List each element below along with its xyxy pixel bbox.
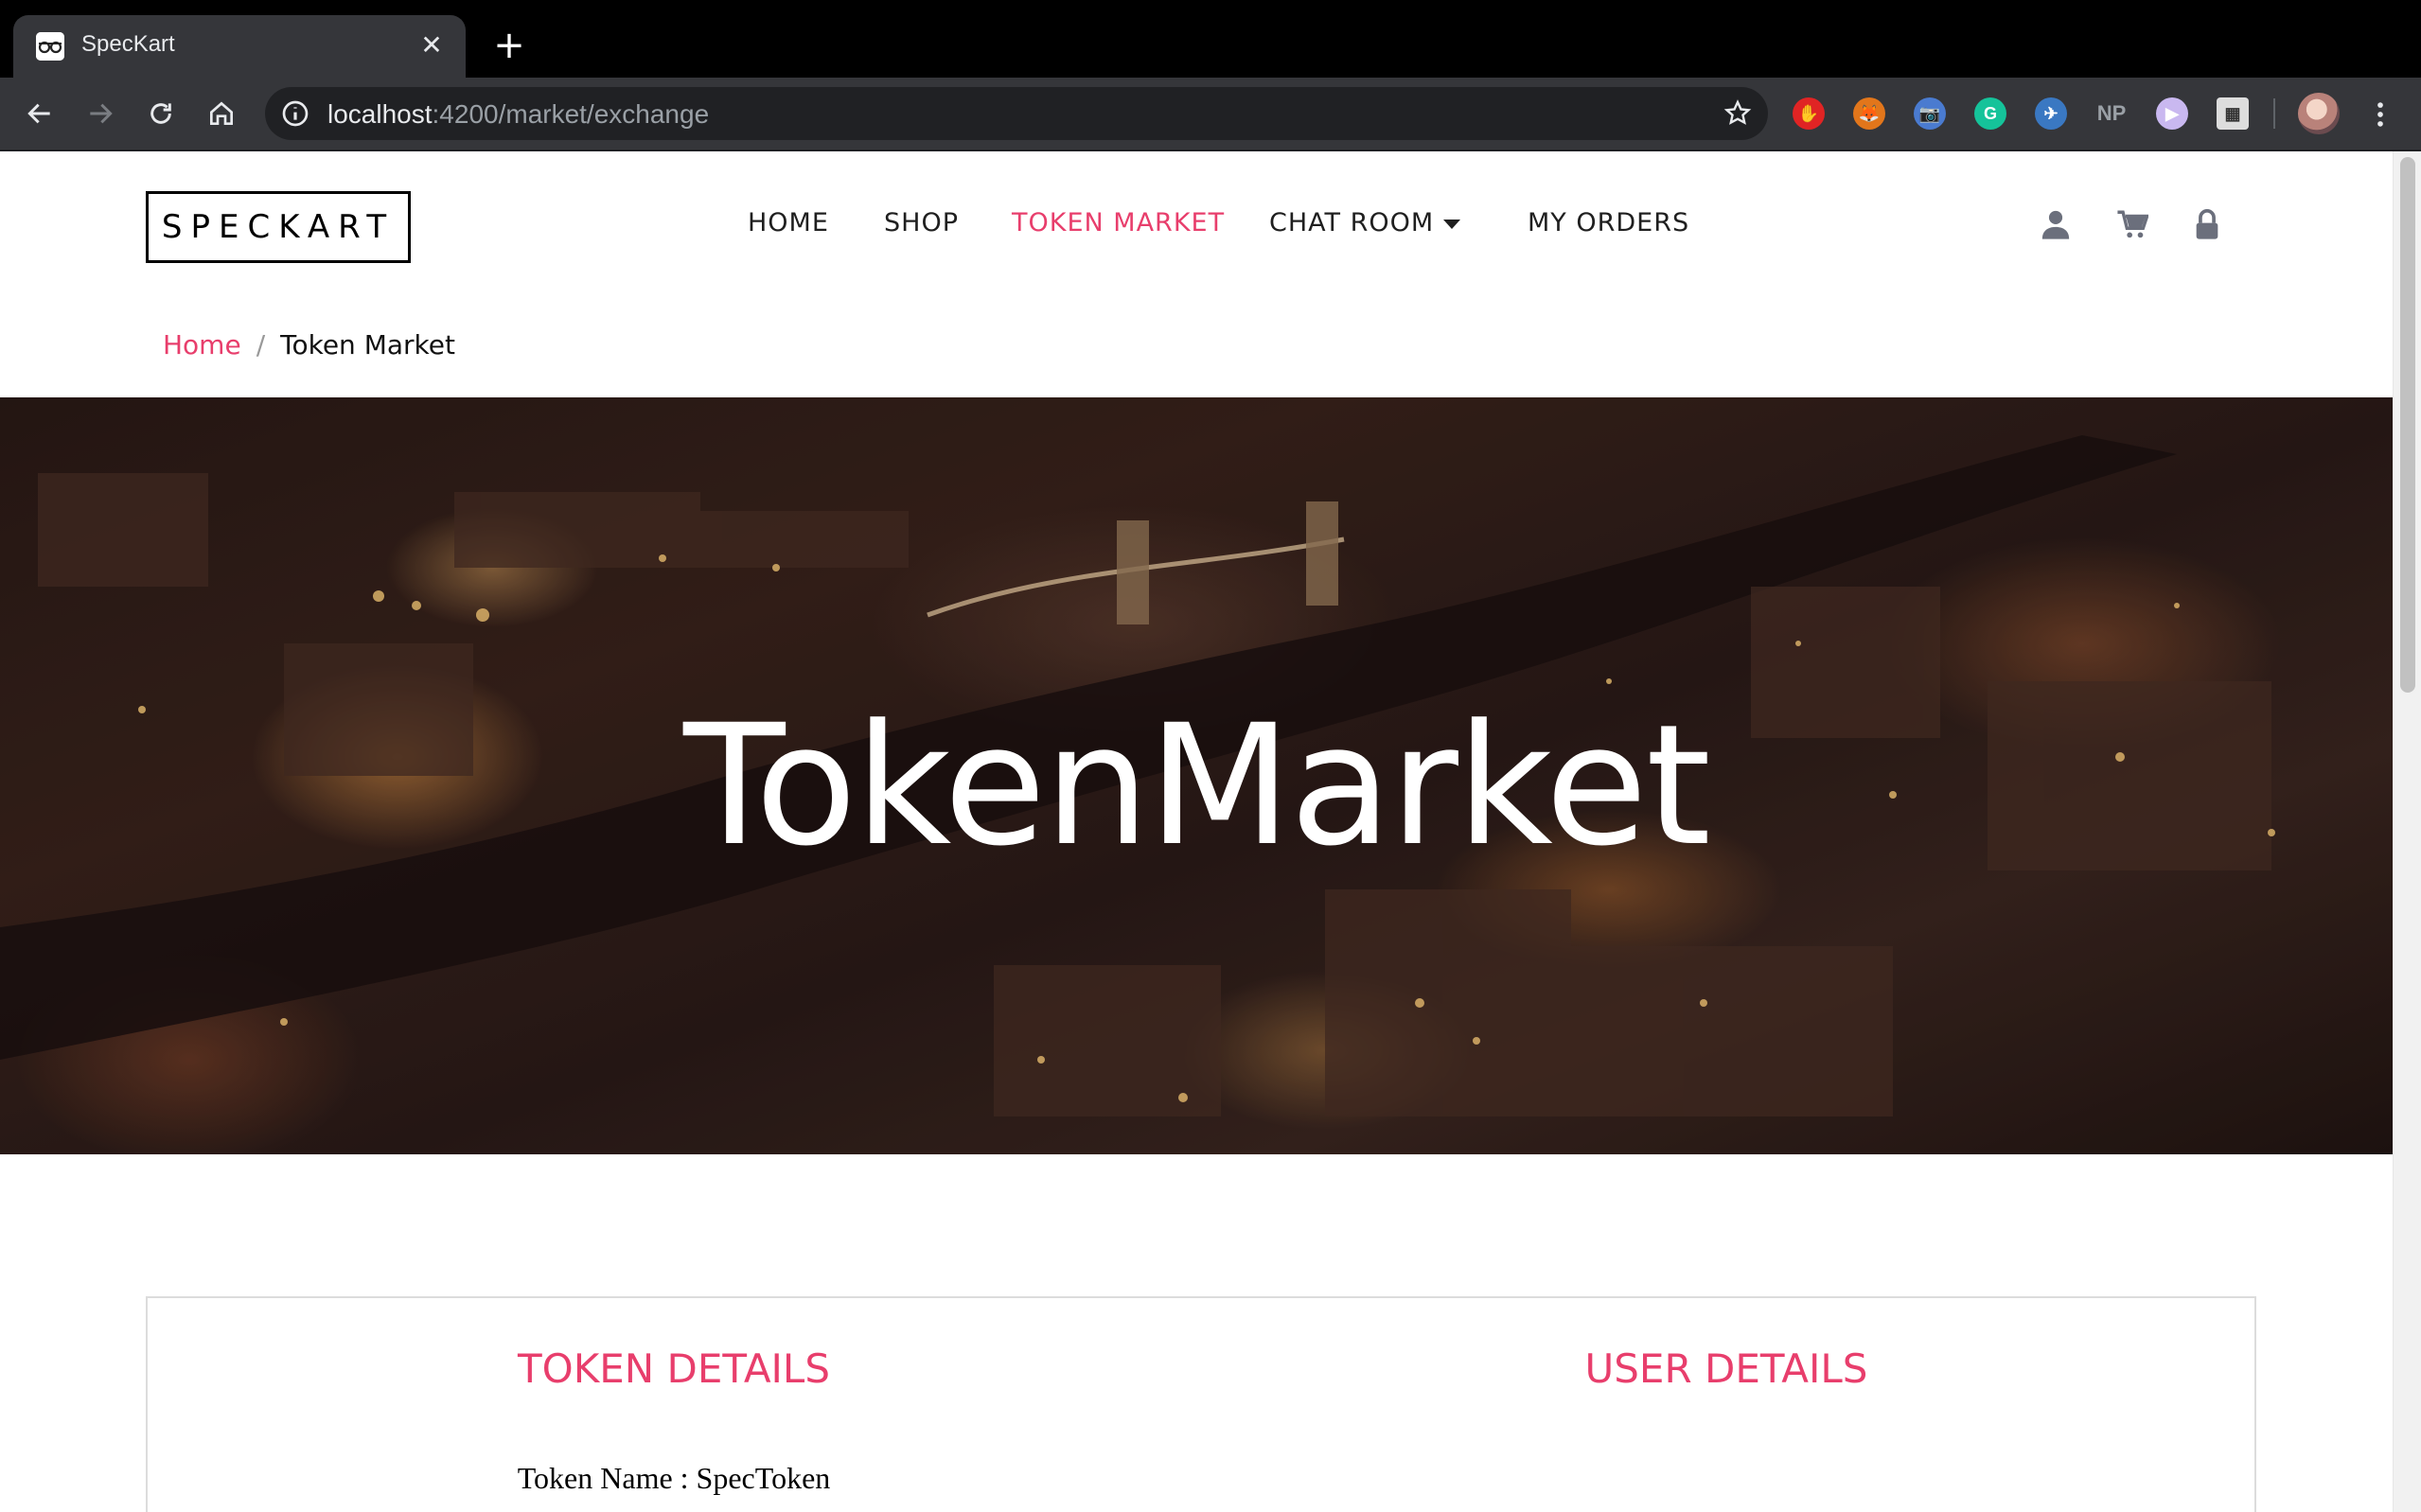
url-path: :4200/market/exchange xyxy=(432,99,710,129)
play-extension-icon[interactable]: ▶ xyxy=(2156,97,2188,130)
url-host: localhost xyxy=(327,99,433,129)
tab-title: SpecKart xyxy=(81,31,175,57)
chart-extension-icon[interactable]: ▦ xyxy=(2217,97,2249,130)
hero-banner: TokenMarket xyxy=(0,397,2393,1154)
browser-tab-bar: SpecKart ✕ + xyxy=(0,0,2421,78)
page-content: SPECKART HOME SHOP TOKEN MARKET CHAT ROO… xyxy=(0,151,2393,1512)
breadcrumb: Home / Token Market xyxy=(163,329,455,360)
stop-extension-icon[interactable]: ✋ xyxy=(1793,97,1825,130)
grammarly-icon[interactable]: G xyxy=(1974,97,2006,130)
browser-toolbar: localhost:4200/market/exchange ✋ 🦊 📷 G ✈ NP ▶ ▦ xyxy=(0,78,2421,151)
token-details-panel: TOKEN DETAILS Token Name : SpecToken xyxy=(146,1296,1202,1512)
browser-menu-icon[interactable] xyxy=(2364,98,2396,131)
main-nav: HOME SHOP TOKEN MARKET CHAT ROOM MY ORDE… xyxy=(0,208,2393,246)
home-icon[interactable] xyxy=(199,91,244,136)
lock-icon[interactable] xyxy=(2191,208,2223,240)
browser-tab[interactable]: SpecKart ✕ xyxy=(13,15,466,78)
profile-avatar[interactable] xyxy=(2298,93,2340,134)
hero-title: TokenMarket xyxy=(683,688,1711,883)
user-details-title: USER DETAILS xyxy=(1584,1345,1868,1392)
toolbar-separator xyxy=(2273,98,2275,129)
new-tab-icon[interactable]: + xyxy=(490,26,528,64)
breadcrumb-current: Token Market xyxy=(280,329,455,360)
page-scrollbar-thumb[interactable] xyxy=(2400,157,2415,693)
nav-chat-room-label: CHAT ROOM xyxy=(1269,208,1435,237)
bookmark-star-icon[interactable] xyxy=(1723,98,1753,129)
breadcrumb-home[interactable]: Home xyxy=(163,329,241,360)
url-text: localhost:4200/market/exchange xyxy=(327,99,709,130)
np-extension-icon[interactable]: NP xyxy=(2095,97,2128,130)
user-icon[interactable] xyxy=(2040,208,2072,240)
user-details-panel: USER DETAILS xyxy=(1198,1296,2256,1512)
caret-down-icon xyxy=(1443,219,1461,229)
token-name-line: Token Name : SpecToken xyxy=(517,1461,831,1495)
site-info-icon[interactable] xyxy=(280,98,310,129)
breadcrumb-separator: / xyxy=(256,329,266,360)
back-arrow-icon[interactable] xyxy=(17,91,62,136)
forward-arrow-icon[interactable] xyxy=(78,91,123,136)
reload-icon[interactable] xyxy=(138,91,184,136)
nav-chat-room[interactable]: CHAT ROOM xyxy=(1269,208,1461,237)
nav-token-market[interactable]: TOKEN MARKET xyxy=(1012,208,1225,237)
glasses-favicon-icon xyxy=(36,32,64,61)
nav-shop[interactable]: SHOP xyxy=(884,208,959,237)
camera-extension-icon[interactable]: 📷 xyxy=(1914,97,1946,130)
address-bar[interactable]: localhost:4200/market/exchange xyxy=(265,87,1768,140)
shopping-cart-icon[interactable] xyxy=(2116,208,2148,240)
metamask-fox-icon[interactable]: 🦊 xyxy=(1853,97,1885,130)
tab-close-icon[interactable]: ✕ xyxy=(415,28,449,62)
token-details-title: TOKEN DETAILS xyxy=(517,1345,830,1392)
plane-extension-icon[interactable]: ✈ xyxy=(2035,97,2067,130)
nav-home[interactable]: HOME xyxy=(748,208,829,237)
nav-my-orders[interactable]: MY ORDERS xyxy=(1528,208,1689,237)
